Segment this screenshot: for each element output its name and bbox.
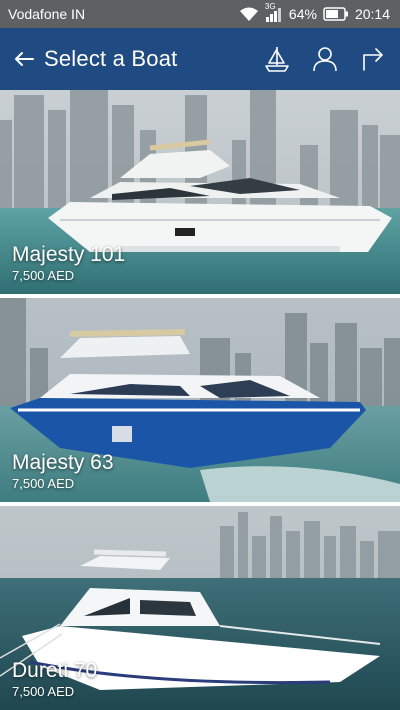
boat-name: Majesty 63 bbox=[12, 451, 114, 474]
battery-percent: 64% bbox=[288, 6, 317, 22]
back-button[interactable] bbox=[12, 46, 38, 72]
boat-info: Majesty 101 7,500 AED bbox=[12, 243, 125, 284]
boat-card-majesty-101[interactable]: Majesty 101 7,500 AED bbox=[0, 90, 400, 294]
user-icon bbox=[313, 47, 337, 72]
share-button[interactable] bbox=[358, 44, 388, 74]
status-bar: Vodafone IN 3G 64% 20:14 bbox=[0, 0, 400, 28]
app-bar-actions bbox=[262, 44, 388, 74]
share-icon bbox=[363, 48, 383, 71]
boat-info: Majesty 63 7,500 AED bbox=[12, 451, 114, 492]
boat-button[interactable] bbox=[262, 44, 292, 74]
battery-icon bbox=[323, 7, 349, 21]
page-title: Select a Boat bbox=[44, 46, 178, 71]
boat-name: Majesty 101 bbox=[12, 243, 126, 266]
profile-button[interactable] bbox=[310, 44, 340, 74]
boat-info: Dureti 70 7,500 AED bbox=[12, 659, 97, 700]
carrier-label: Vodafone IN bbox=[8, 6, 86, 22]
signal-icon: 3G bbox=[265, 2, 283, 22]
boat-list: Majesty 101 7,500 AED Majesty 63 7,500 A… bbox=[0, 90, 400, 710]
status-icons: 3G 64% 20:14 bbox=[239, 2, 390, 22]
boat-price: 7,500 AED bbox=[12, 476, 75, 491]
boat-card-majesty-63[interactable]: Majesty 63 7,500 AED bbox=[0, 298, 400, 502]
boat-name: Dureti 70 bbox=[12, 659, 98, 682]
app-bar: Select a Boat bbox=[0, 28, 400, 90]
boat-price: 7,500 AED bbox=[12, 684, 75, 699]
wifi-icon bbox=[239, 6, 259, 22]
boat-price: 7,500 AED bbox=[12, 268, 75, 283]
clock: 20:14 bbox=[354, 6, 390, 22]
boat-card-dureti-70[interactable]: Dureti 70 7,500 AED bbox=[0, 506, 400, 710]
boat-icon bbox=[265, 47, 289, 72]
arrow-left-icon bbox=[15, 52, 34, 66]
